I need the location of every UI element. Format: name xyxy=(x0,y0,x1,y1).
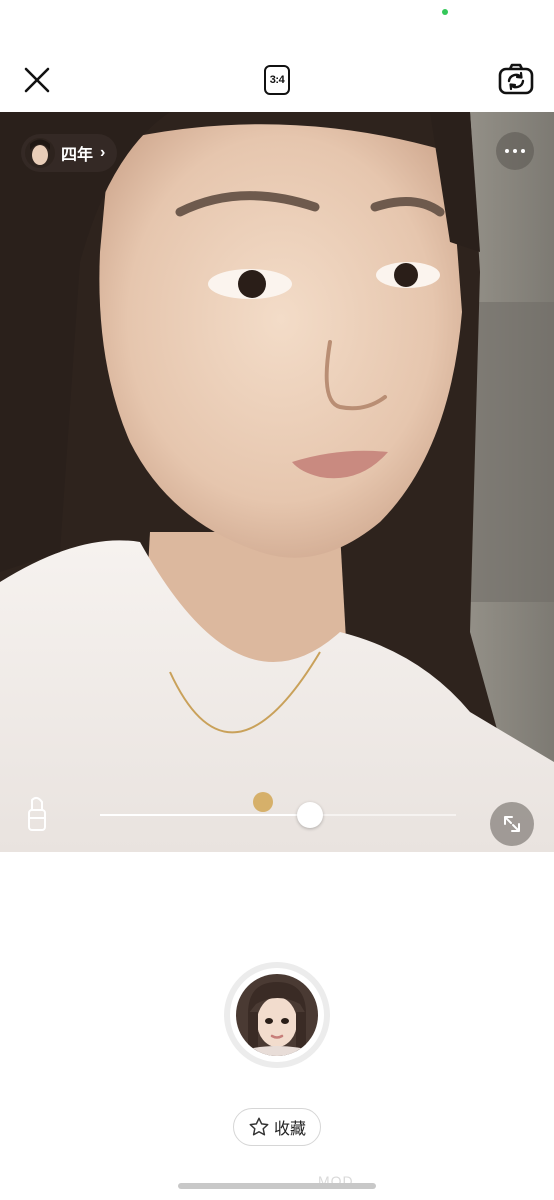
camera-switch-icon xyxy=(498,63,534,95)
close-icon xyxy=(24,67,50,93)
aspect-ratio-button[interactable]: 3:4 xyxy=(257,60,297,100)
more-options-button[interactable] xyxy=(496,132,534,170)
shutter-button[interactable] xyxy=(224,962,330,1068)
expand-button[interactable] xyxy=(490,802,534,846)
aspect-ratio-label: 3:4 xyxy=(264,65,290,95)
preview-image xyxy=(0,112,554,852)
filter-selector[interactable]: 四年 › xyxy=(21,134,118,172)
star-icon xyxy=(249,1117,269,1136)
slider-thumb[interactable] xyxy=(297,802,324,828)
lipstick-icon[interactable] xyxy=(26,796,48,832)
favorite-label: 收藏 xyxy=(273,1121,306,1138)
status-indicator-dot xyxy=(442,9,448,15)
favorite-button[interactable]: 收藏 xyxy=(233,1108,321,1146)
home-indicator[interactable] xyxy=(178,1183,376,1189)
close-button[interactable] xyxy=(17,60,57,100)
top-bar: 3:4 xyxy=(0,40,554,112)
camera-preview[interactable]: 四年 › xyxy=(0,112,554,852)
expand-icon xyxy=(504,816,520,832)
chevron-right-icon: › xyxy=(100,144,106,161)
slider-fill xyxy=(100,814,311,816)
filter-name: 四年 xyxy=(61,147,94,164)
switch-camera-button[interactable] xyxy=(496,60,536,100)
face-style-thumbnail xyxy=(236,974,318,1056)
filter-thumbnail xyxy=(25,138,55,168)
more-dots-icon xyxy=(505,149,509,153)
intensity-slider[interactable] xyxy=(100,802,456,828)
